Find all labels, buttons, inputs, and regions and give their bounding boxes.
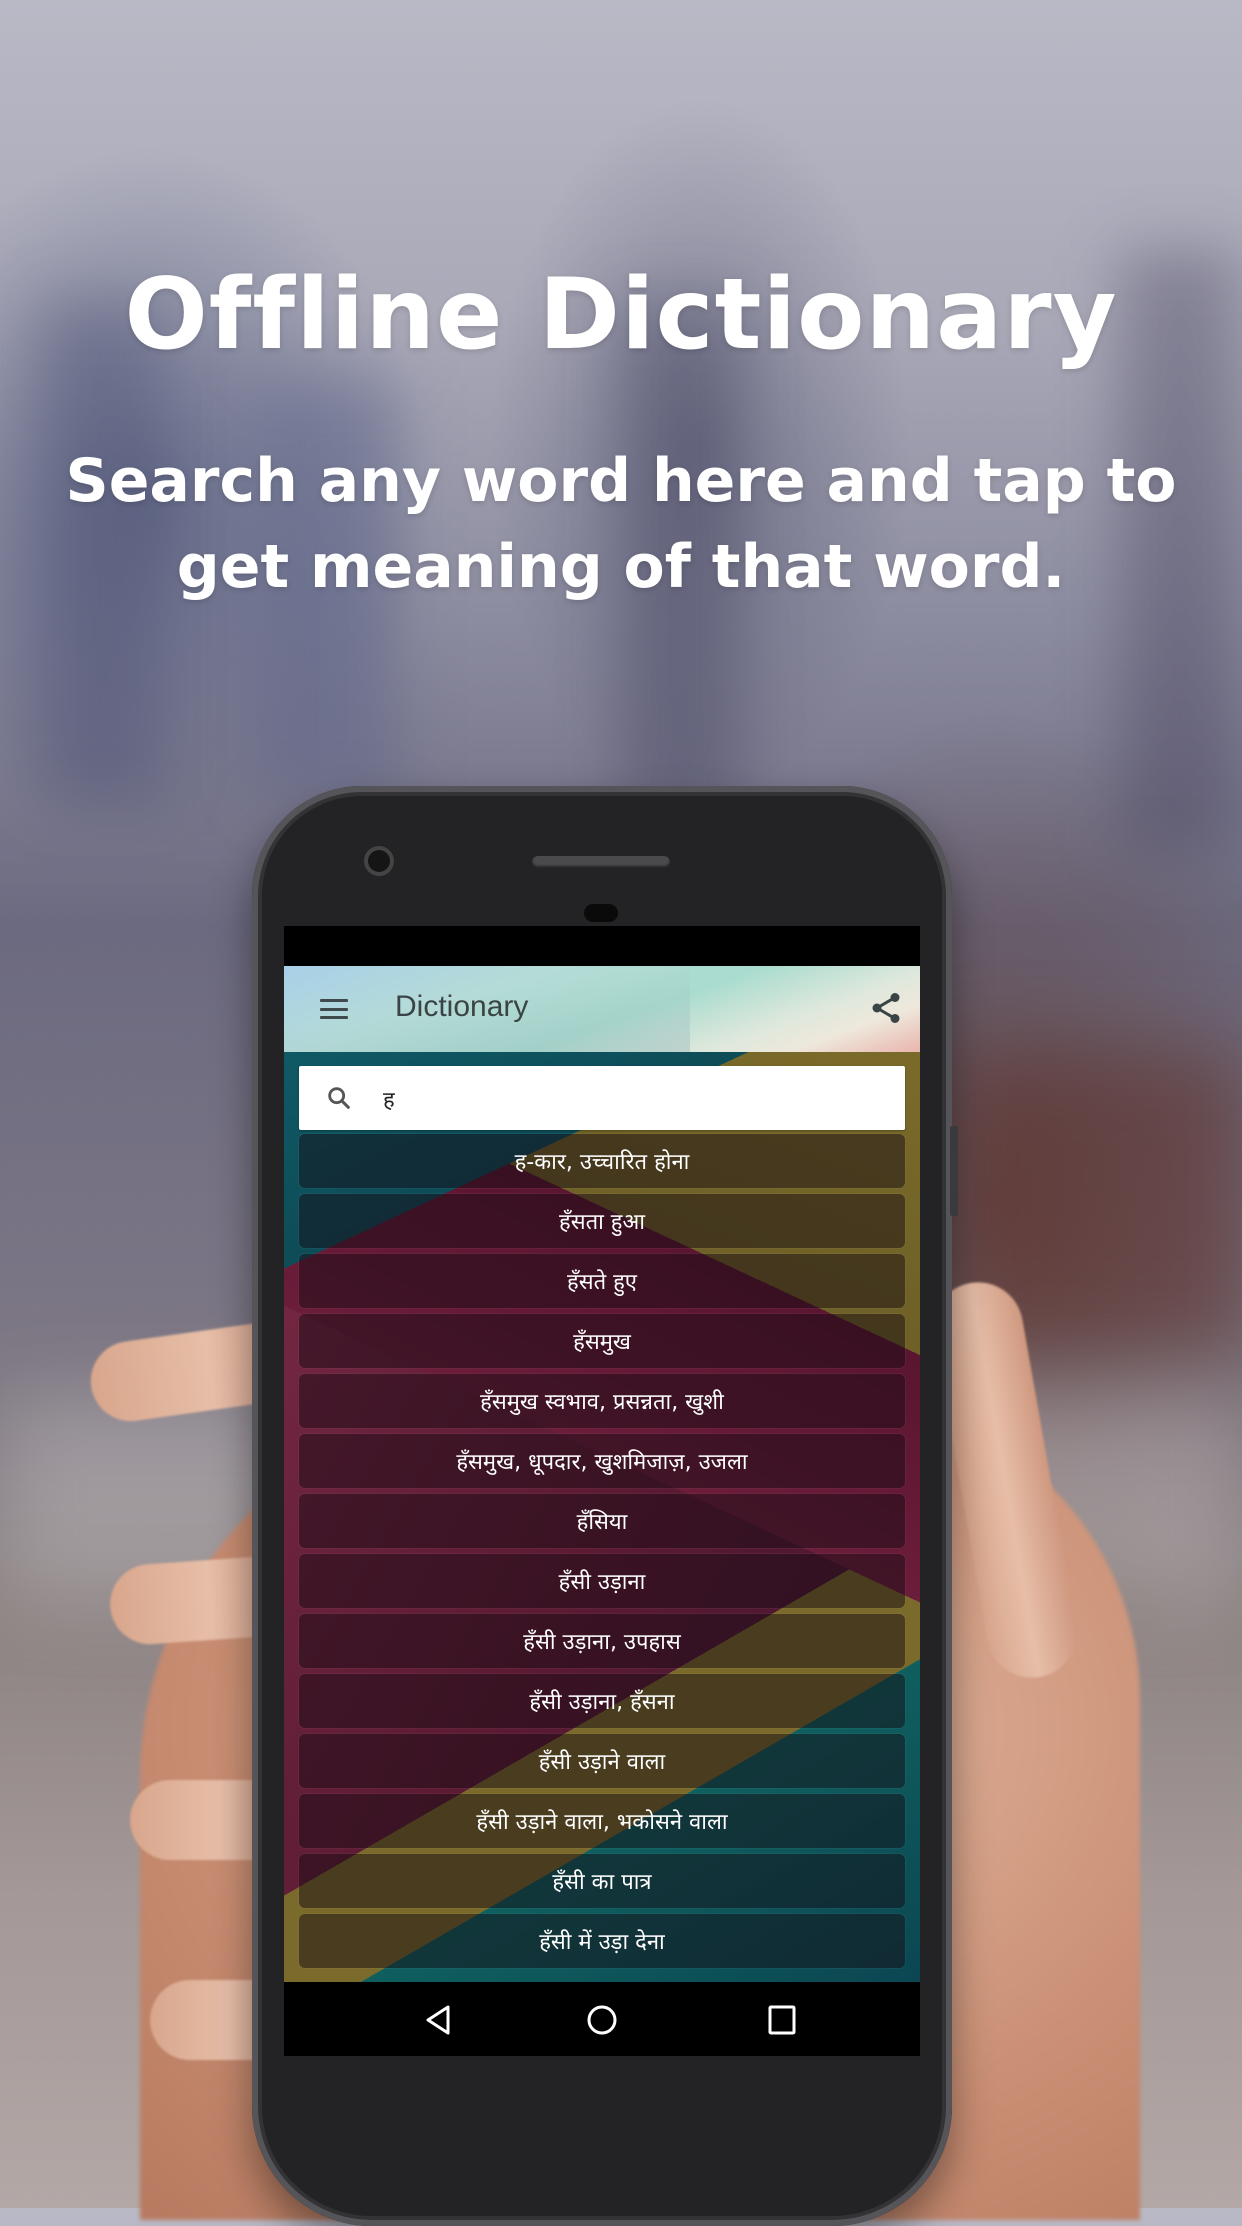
result-item[interactable]: हँसिया — [299, 1494, 905, 1548]
front-camera — [368, 850, 390, 872]
app-title: Dictionary — [395, 990, 529, 1023]
status-bar — [284, 926, 920, 966]
result-item[interactable]: ह-कार, उच्चारित होना — [299, 1134, 905, 1188]
search-bar[interactable] — [299, 1066, 905, 1130]
promo-title: Offline Dictionary — [124, 258, 1118, 372]
side-button — [950, 1126, 958, 1216]
recents-square-icon[interactable] — [762, 2000, 802, 2040]
result-item[interactable]: हँसी का पात्र — [299, 1854, 905, 1908]
result-item[interactable]: हँसी उड़ाने वाला, भकोसने वाला — [299, 1794, 905, 1848]
result-item[interactable]: हँसमुख — [299, 1314, 905, 1368]
result-item[interactable]: हँसी में उड़ा देना — [299, 1914, 905, 1968]
results-list: ह-कार, उच्चारित होना हँसता हुआ हँसते हुए… — [299, 1134, 905, 1974]
app-toolbar: Dictionary — [284, 966, 920, 1052]
phone-screen: Dictionary ह-कार, उच्चार — [284, 926, 920, 2056]
android-nav-bar — [284, 1982, 920, 2056]
result-item[interactable]: हँसी उड़ाना — [299, 1554, 905, 1608]
result-item[interactable]: हँसमुख स्वभाव, प्रसन्नता, खुशी — [299, 1374, 905, 1428]
result-item[interactable]: हँसी उड़ाना, हँसना — [299, 1674, 905, 1728]
home-circle-icon[interactable] — [582, 2000, 622, 2040]
result-item[interactable]: हँसमुख, धूपदार, खुशमिजाज़, उजला — [299, 1434, 905, 1488]
earpiece-speaker — [532, 856, 670, 868]
result-item[interactable]: हँसता हुआ — [299, 1194, 905, 1248]
dictionary-app: Dictionary ह-कार, उच्चार — [284, 966, 920, 1982]
share-icon[interactable] — [868, 990, 904, 1026]
result-item[interactable]: हँसते हुए — [299, 1254, 905, 1308]
search-input[interactable] — [381, 1078, 885, 1120]
result-item[interactable]: हँसी उड़ाने वाला — [299, 1734, 905, 1788]
promo-subtitle: Search any word here and tap to get mean… — [65, 446, 1177, 602]
back-triangle-icon[interactable] — [418, 2000, 458, 2040]
search-icon — [325, 1084, 353, 1112]
hamburger-menu-icon[interactable] — [320, 999, 348, 1019]
result-item[interactable]: हँसी उड़ाना, उपहास — [299, 1614, 905, 1668]
proximity-sensor — [584, 904, 618, 922]
